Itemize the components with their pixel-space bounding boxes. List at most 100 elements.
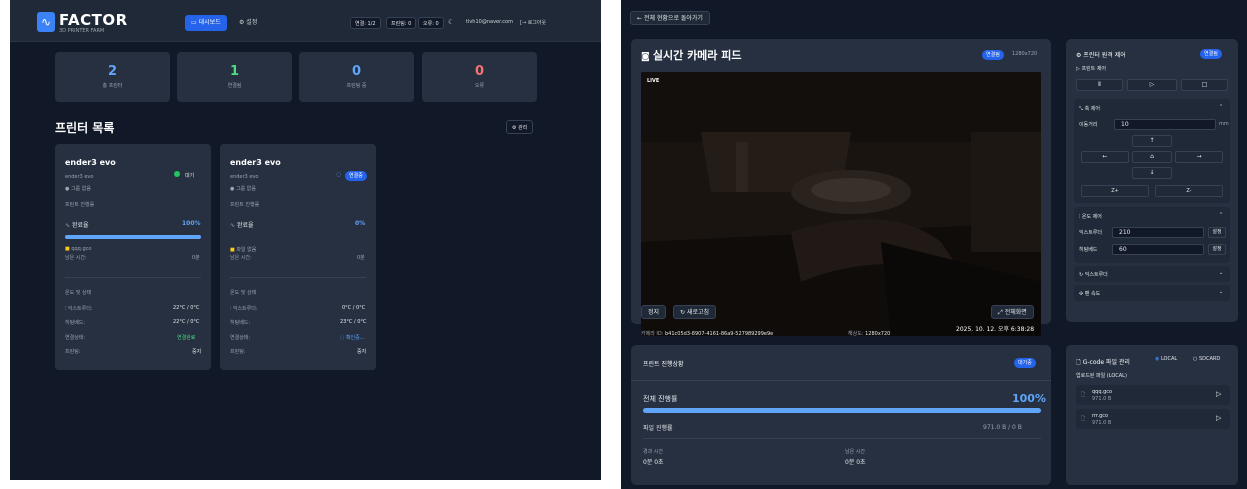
y-plus-button[interactable]: ↑ bbox=[1132, 135, 1172, 147]
distance-input[interactable]: 10 bbox=[1114, 119, 1216, 130]
camera-timestamp: 2025. 10. 12. 오후 6:38:28 bbox=[956, 326, 1035, 333]
gcode-file-item[interactable]: 🗋 rrr.gco 971.0 B ▷ bbox=[1076, 409, 1230, 429]
temp-section-label: 온도 및 상태 bbox=[65, 290, 92, 296]
axis-title[interactable]: ⤡ 축 제어 bbox=[1079, 105, 1100, 112]
status-dot bbox=[174, 171, 180, 177]
temp-title[interactable]: ⫶ 온도 제어 bbox=[1079, 213, 1102, 220]
nav-dashboard-button[interactable]: ▭ 대시보드 bbox=[185, 15, 227, 31]
stop-print-button[interactable]: □ bbox=[1181, 79, 1228, 91]
nav-settings-button[interactable]: ⚙ 설정 bbox=[233, 15, 263, 31]
stop-icon: □ bbox=[1201, 81, 1208, 88]
progress-section-label: 프린트 진행률 bbox=[65, 202, 95, 208]
file-name: qqq.gco bbox=[1092, 389, 1113, 395]
gcode-panel: 🗋 G-code 파일 관리 ◉ LOCAL ○ SDCARD 업로드된 파일 … bbox=[1066, 345, 1238, 485]
x-minus-button[interactable]: ← bbox=[1081, 151, 1129, 163]
printer-card[interactable]: ender3 evo ender3 evo ● 그룹 없음 ◌ 연결중 프린트 … bbox=[220, 144, 376, 370]
bed-temp: 23°C / 0°C bbox=[340, 319, 367, 325]
file-size: 971.0 B bbox=[1092, 420, 1112, 426]
bed-target-input[interactable]: 60 bbox=[1112, 244, 1204, 255]
activity-icon: ∿ bbox=[230, 222, 237, 229]
printer-model: ender3 evo bbox=[65, 174, 94, 180]
overall-value: 100% bbox=[1012, 392, 1046, 405]
monitor-icon: ▭ bbox=[191, 19, 199, 26]
stat-label: 총 프린터 bbox=[102, 83, 123, 89]
extruder-section[interactable]: ↻ 익스트루더 ⌄ bbox=[1074, 266, 1230, 282]
z-plus-button[interactable]: Z+ bbox=[1081, 185, 1149, 197]
back-button[interactable]: ← 전체 현황으로 돌아가기 bbox=[630, 11, 710, 25]
extruder-temp: 22°C / 0°C bbox=[173, 305, 200, 311]
home-button[interactable]: ⌂ bbox=[1132, 151, 1172, 163]
distance-unit: mm bbox=[1219, 121, 1229, 127]
conn-value: ◌ 확인중... bbox=[340, 335, 365, 341]
arrow-right-icon: → bbox=[1196, 153, 1202, 160]
y-minus-button[interactable]: ↓ bbox=[1132, 167, 1172, 179]
gcode-file-item[interactable]: 🗋 qqq.gco 971.0 B ▷ bbox=[1076, 385, 1230, 405]
manage-button[interactable]: ⚙ 관리 bbox=[506, 120, 534, 134]
stat-value: 0 bbox=[351, 64, 362, 79]
resolution-row: 해상도: 1280x720 bbox=[848, 331, 891, 337]
logout-button[interactable]: [→ 로그아웃 bbox=[520, 19, 546, 26]
fullscreen-button[interactable]: ⤢ 전체화면 bbox=[991, 305, 1034, 319]
play-file-icon[interactable]: ▷ bbox=[1216, 414, 1221, 422]
completion-label: ∿ 완료율 bbox=[65, 222, 89, 229]
stop-button[interactable]: 정지 bbox=[641, 305, 667, 319]
remaining-label: 남은 시간: bbox=[230, 255, 252, 261]
file-progress-value: 971.0 B / 0 B bbox=[983, 424, 1022, 431]
printing-value: 중지 bbox=[192, 349, 202, 355]
overall-progress-fill bbox=[643, 408, 1041, 413]
extruder-section-title: ↻ 익스트루더 bbox=[1079, 272, 1108, 278]
x-plus-button[interactable]: → bbox=[1175, 151, 1223, 163]
printing-label: 프린팅: bbox=[230, 349, 246, 355]
uploaded-label: 업로드된 파일 (LOCAL) bbox=[1076, 373, 1127, 379]
printer-name: ender3 evo bbox=[230, 158, 281, 167]
camera-video[interactable]: LIVE 2025. 10. 12. 오후 6:38:28 bbox=[641, 72, 1041, 336]
divider bbox=[65, 277, 201, 278]
stat-label: 프린팅 중 bbox=[346, 83, 367, 89]
file-name: ■ qqq.gco bbox=[65, 246, 92, 252]
printer-card[interactable]: ender3 evo ender3 evo ● 그룹 없음 대기 프린트 진행률… bbox=[55, 144, 211, 370]
top-header: ∿ FACTOR 3D PRINTER FARM ▭ 대시보드 ⚙ 설정 연결:… bbox=[10, 0, 601, 42]
play-file-icon[interactable]: ▷ bbox=[1216, 390, 1221, 398]
pause-button[interactable]: Ⅱ bbox=[1076, 79, 1123, 91]
temp-section-label: 온도 및 상태 bbox=[230, 290, 257, 296]
theme-toggle-icon[interactable]: ☾ bbox=[448, 18, 454, 26]
set-extruder-button[interactable]: 설정 bbox=[1208, 227, 1226, 238]
fan-section[interactable]: ✣ 팬 속도 ⌄ bbox=[1074, 285, 1230, 301]
sdcard-radio[interactable]: ○ SDCARD bbox=[1193, 356, 1220, 362]
stat-printing: 0 프린팅 중 bbox=[299, 52, 414, 102]
arrow-up-icon: ↑ bbox=[1149, 137, 1155, 144]
extruder-temp: 0°C / 0°C bbox=[342, 305, 366, 311]
start-button[interactable]: ▷ bbox=[1127, 79, 1177, 91]
remaining-label: 남은 시간 bbox=[845, 449, 865, 455]
stat-value: 2 bbox=[107, 64, 118, 79]
set-bed-button[interactable]: 설정 bbox=[1208, 244, 1226, 255]
remaining-value: 0분 0초 bbox=[845, 459, 866, 466]
remaining-value: 0분 bbox=[357, 255, 365, 261]
temp-control-section: ⫶ 온도 제어 ⌃ 익스트루더 210 설정 히팅베드 60 설정 bbox=[1074, 207, 1230, 263]
printer-name: ender3 evo bbox=[65, 158, 116, 167]
stat-errors: 0 오류 bbox=[422, 52, 537, 102]
printer-group: ● 그룹 없음 bbox=[65, 186, 91, 192]
completion-label: ∿ 완료율 bbox=[230, 222, 254, 229]
chevron-up-icon[interactable]: ⌃ bbox=[1219, 212, 1223, 218]
print-progress-panel: 프린트 진행상황 대기중 전체 진행률 100% 파일 진행률 971.0 B … bbox=[631, 345, 1051, 485]
chevron-down-icon: ⌄ bbox=[1219, 289, 1224, 295]
printing-value: 중지 bbox=[357, 349, 367, 355]
divider bbox=[631, 380, 1051, 381]
stat-label: 연결됨 bbox=[227, 83, 242, 89]
file-name: rrr.gco bbox=[1092, 413, 1109, 419]
progress-section-label: 프린트 진행률 bbox=[230, 202, 260, 208]
local-radio[interactable]: ◉ LOCAL bbox=[1155, 356, 1177, 362]
overall-label: 전체 진행률 bbox=[643, 395, 678, 403]
app-subtitle: 3D PRINTER FARM bbox=[59, 28, 105, 34]
remote-title: ⚙ 프린터 원격 제어 bbox=[1076, 52, 1126, 59]
refresh-button[interactable]: ↻ 새로고침 bbox=[673, 305, 717, 319]
progress-title: 프린트 진행상황 bbox=[643, 361, 684, 368]
extruder-label: ⫶ 익스트루더: bbox=[230, 306, 258, 312]
z-minus-button[interactable]: Z- bbox=[1155, 185, 1223, 197]
extruder-target-label: 익스트루더 bbox=[1079, 230, 1103, 236]
chevron-up-icon[interactable]: ⌃ bbox=[1219, 104, 1223, 110]
stat-value: 0 bbox=[474, 64, 485, 79]
extruder-target-input[interactable]: 210 bbox=[1112, 227, 1204, 238]
arrow-left-icon: ← bbox=[637, 15, 644, 22]
